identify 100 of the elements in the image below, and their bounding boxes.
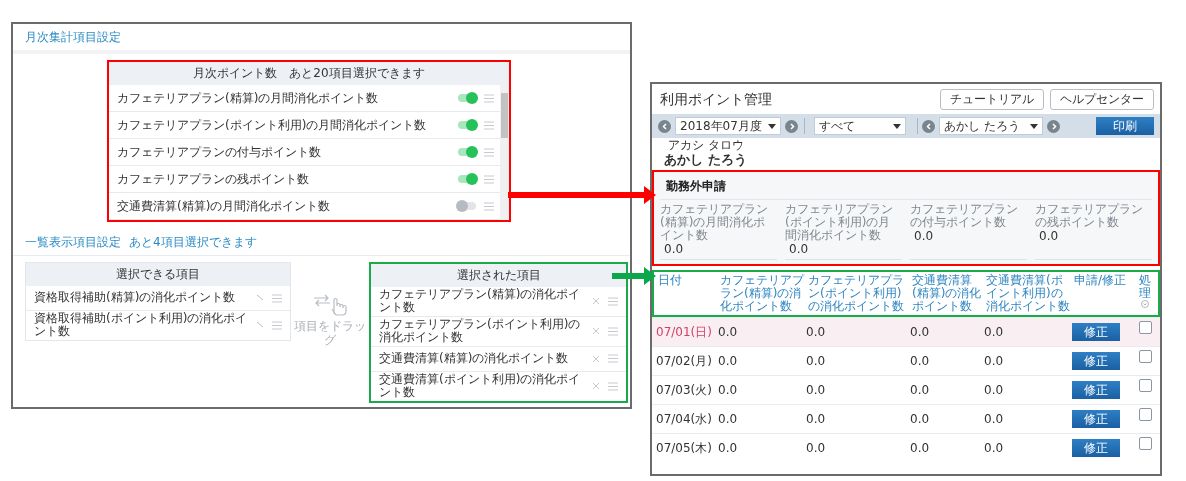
field-value: 0.0 (1038, 229, 1060, 244)
diagonal-line-icon[interactable] (256, 321, 264, 330)
edit-button[interactable]: 修正 (1072, 439, 1120, 458)
toggle-switch[interactable] (458, 202, 476, 210)
drag-handle-icon[interactable] (484, 93, 494, 103)
caret-icon (768, 123, 776, 129)
date-cell-text: 07/02(月) (656, 352, 713, 370)
date-cell-text: 07/05(木) (656, 439, 713, 457)
caret-icon (1030, 123, 1038, 129)
item-label: カフェテリアプランの残ポイント数 (117, 170, 310, 188)
toggle-switch[interactable] (458, 148, 476, 156)
close-icon[interactable] (592, 354, 600, 363)
drag-handle-icon[interactable] (608, 326, 618, 336)
list-header: 選択できる項目 (26, 263, 290, 286)
list-item[interactable]: 交通費清算(ポイント利用)の消化ポイント数 (371, 371, 626, 401)
table-cell-text: 0.0 (984, 412, 1005, 427)
column-header: カフェテリアプラン(ポイント利用)の消化ポイント数 (808, 273, 905, 314)
item-label: 資格取得補助(ポイント利用)の消化ポイント数 (34, 312, 248, 339)
close-icon[interactable] (592, 297, 600, 306)
column-header: 処理 (1139, 273, 1151, 301)
drag-handle-icon[interactable] (484, 201, 494, 211)
drag-handle-icon[interactable] (484, 174, 494, 184)
table-cell-text: 0.0 (806, 441, 827, 456)
list-item[interactable]: 資格取得補助(精算)の消化ポイント数 (26, 286, 290, 311)
table-cell-text: 0.0 (806, 354, 827, 369)
drag-handle-icon[interactable] (608, 296, 618, 306)
edit-button[interactable]: 修正 (1072, 381, 1120, 400)
date-cell-text: 07/04(水) (656, 410, 713, 428)
table-cell-text: 0.0 (984, 354, 1005, 369)
date-cell-text: 07/03(火) (656, 381, 713, 399)
checkbox[interactable] (1138, 408, 1152, 422)
list-item[interactable]: 交通費清算(精算)の消化ポイント数 (371, 346, 626, 372)
table-cell-text: 0.0 (718, 383, 739, 398)
drag-handle-icon[interactable] (484, 147, 494, 157)
table-cell-text: 0.0 (806, 412, 827, 427)
dropdown[interactable]: あかし たろう (939, 117, 1043, 135)
column-header: 交通費清算(精算)の消化ポイント数 (912, 273, 983, 314)
list-header: 月次ポイント数 あと20項目選択できます (109, 62, 509, 85)
caret-icon (893, 123, 901, 129)
checkbox[interactable] (1138, 350, 1152, 364)
chevron-right-icon (787, 121, 796, 131)
employee-name: あかし たろう (664, 152, 748, 168)
table-cell-text: 0.0 (806, 383, 827, 398)
scrollbar[interactable] (500, 85, 509, 220)
item-label: 交通費清算(ポイント利用)の消化ポイント数 (379, 372, 582, 400)
toggle-switch[interactable] (458, 121, 476, 129)
header-button[interactable]: チュートリアル (940, 89, 1044, 110)
header-button[interactable]: ヘルプセンター (1050, 89, 1154, 110)
checkbox[interactable] (1138, 437, 1152, 451)
column-header: カフェテリアプラン(精算)の消化ポイント数 (720, 273, 806, 314)
drag-handle-icon[interactable] (272, 293, 282, 303)
checkbox[interactable] (1138, 379, 1152, 393)
table-cell-text: 0.0 (984, 325, 1005, 340)
drag-handle-icon[interactable] (608, 354, 618, 364)
section-note: あと4項目選択できます (129, 234, 257, 251)
column-header: 日付 (658, 273, 683, 289)
edit-button[interactable]: 修正 (1072, 352, 1120, 371)
edit-button[interactable]: 修正 (1072, 410, 1120, 429)
diagonal-line-icon[interactable] (256, 294, 264, 302)
summary-title: 勤務外申請 (660, 173, 1152, 200)
table-cell-text: 0.0 (984, 383, 1005, 398)
next-button[interactable] (785, 119, 798, 133)
field-value: 0.0 (788, 242, 810, 257)
drag-handle-icon[interactable] (484, 120, 494, 130)
name-reading: アカシ タロウ (667, 139, 745, 153)
dropdown[interactable]: 2018年07月度 (675, 117, 781, 135)
item-label: カフェテリアプラン(ポイント利用)の消化ポイント数 (379, 317, 582, 345)
annotation-arrow (612, 267, 656, 285)
list-item[interactable]: カフェテリアプラン(ポイント利用)の消化ポイント数 (371, 316, 626, 347)
drag-handle-icon[interactable] (608, 381, 618, 391)
item-label: 交通費清算(精算)の消化ポイント数 (379, 352, 570, 366)
close-icon[interactable] (592, 327, 600, 336)
field-label: カフェテリアプランの残ポイント数 (1035, 202, 1144, 230)
close-icon[interactable] (592, 382, 600, 391)
chevron-left-icon (924, 121, 933, 131)
toggle-switch[interactable] (458, 94, 476, 102)
chevron-left-icon (660, 121, 669, 131)
previous-button[interactable] (658, 119, 671, 133)
table-cell-text: 0.0 (910, 354, 931, 369)
list-item[interactable]: カフェテリアプラン(精算)の消化ポイント数 (371, 287, 626, 317)
item-label: カフェテリアプラン(精算)の消化ポイント数 (379, 288, 582, 315)
previous-button[interactable] (922, 119, 935, 133)
chevron-down-circle-icon[interactable] (1141, 300, 1149, 309)
list-header: 選択された項目 (371, 264, 626, 287)
table-cell-text: 0.0 (718, 441, 739, 456)
toggle-switch[interactable] (458, 175, 476, 183)
item-label: 交通費清算(精算)の月間消化ポイント数 (117, 197, 332, 215)
checkbox[interactable] (1138, 321, 1152, 335)
table-cell-text: 0.0 (910, 383, 931, 398)
drag-handle-icon[interactable] (272, 320, 282, 330)
print-button[interactable]: 印刷 (1096, 117, 1154, 135)
dropdown[interactable]: すべて (814, 117, 906, 135)
table-cell-text: 0.0 (806, 325, 827, 340)
field-value: 0.0 (913, 229, 935, 244)
list-item[interactable]: 資格取得補助(ポイント利用)の消化ポイント数 (26, 311, 290, 340)
page-title: 利用ポイント管理 (660, 90, 773, 109)
table-cell-text: 0.0 (718, 412, 739, 427)
next-button[interactable] (1047, 119, 1060, 133)
table-cell-text: 0.0 (910, 325, 931, 340)
edit-button[interactable]: 修正 (1072, 323, 1120, 342)
